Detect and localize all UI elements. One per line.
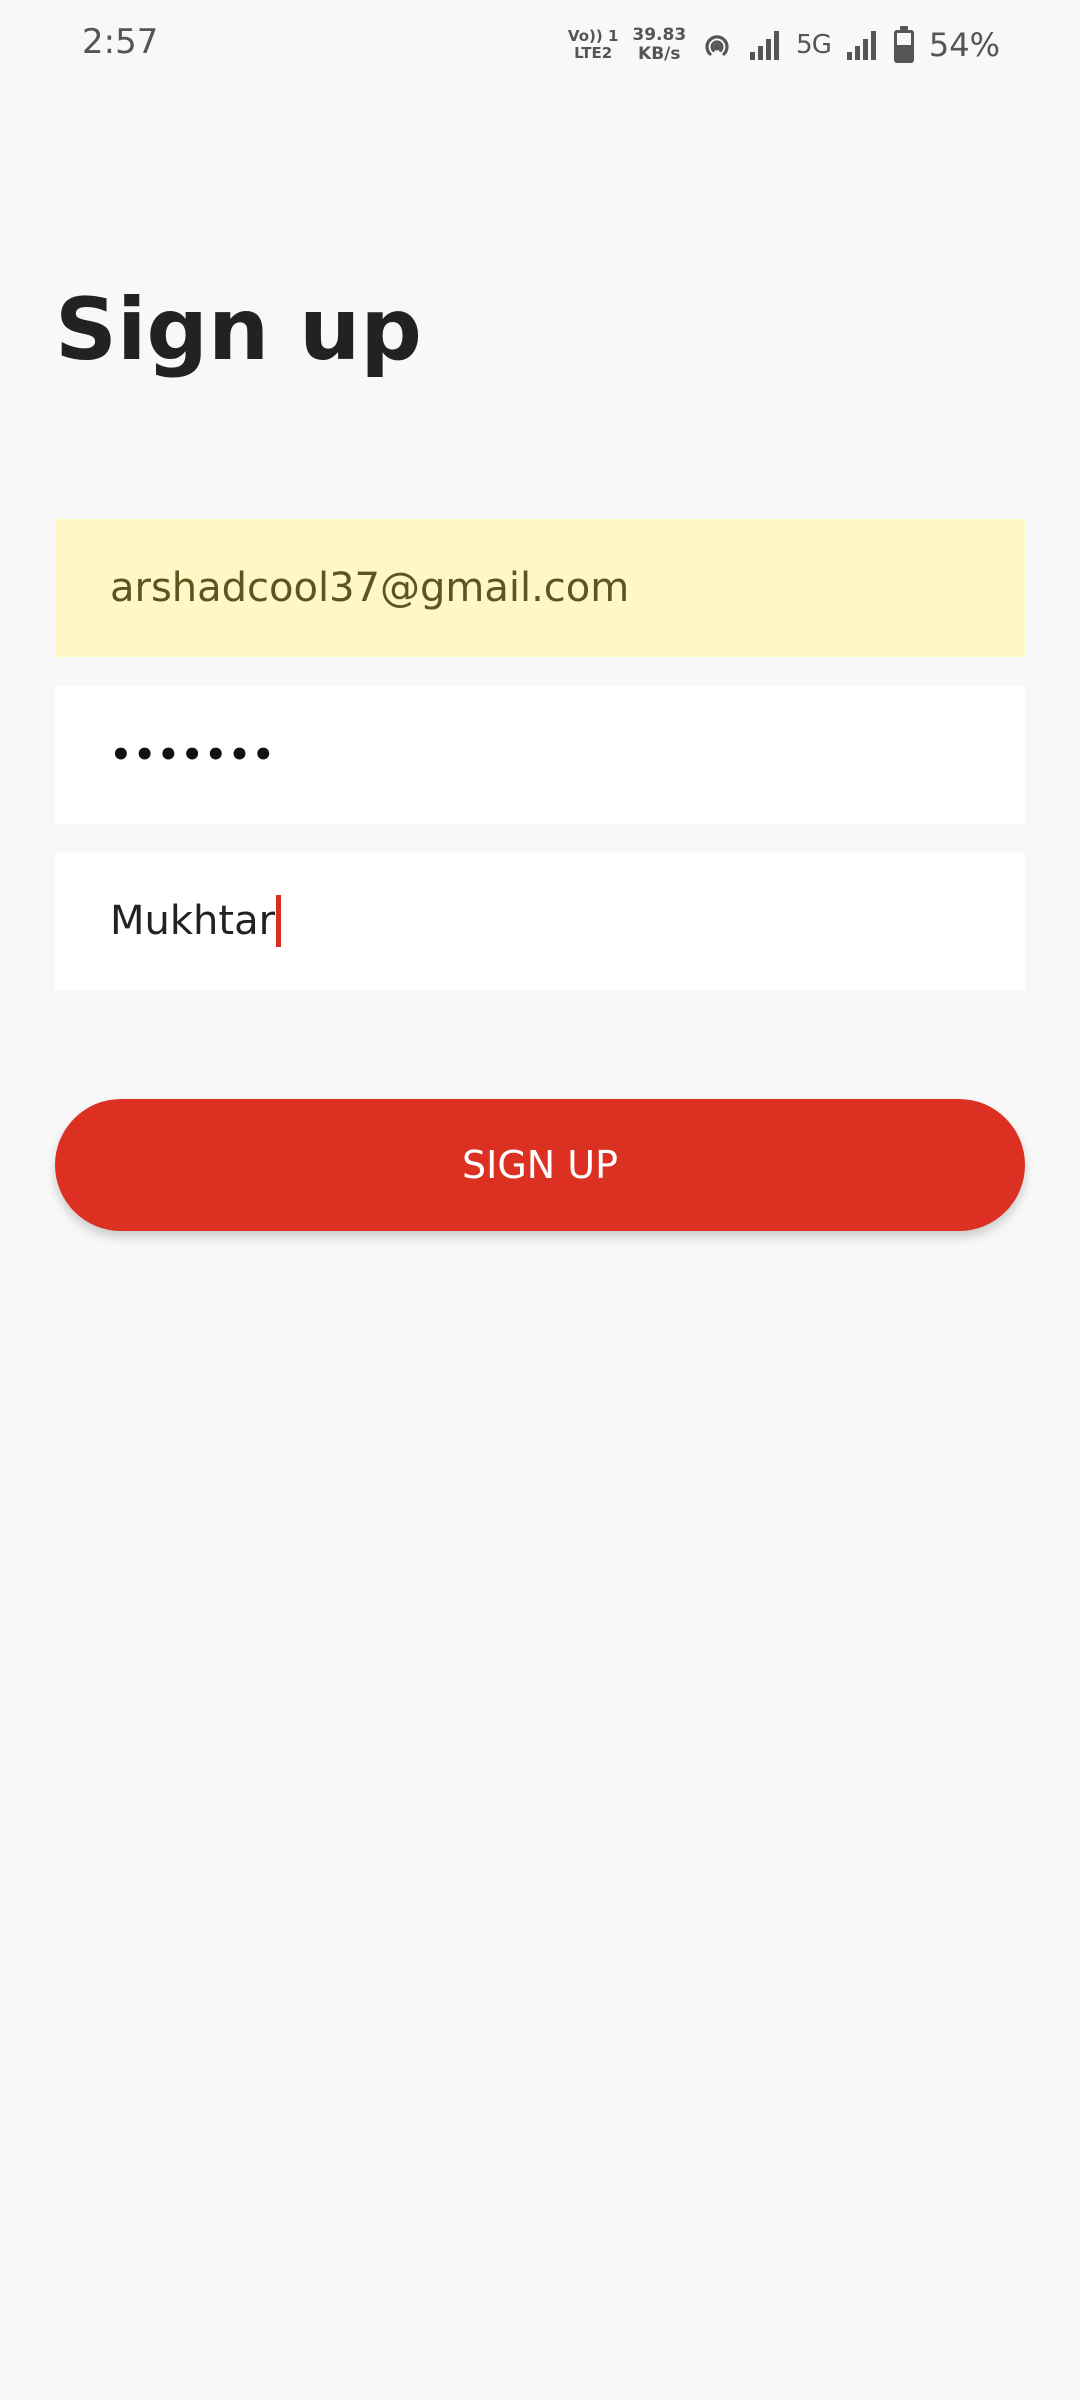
hotspot-icon	[700, 28, 734, 62]
signal-icon	[748, 28, 782, 62]
network-speed-unit: KB/s	[638, 44, 681, 64]
signal-icon	[845, 28, 879, 62]
sign-up-button-label: SIGN UP	[461, 1143, 618, 1187]
password-field-value: •••••••	[110, 735, 277, 775]
volte-line2: LTE2	[574, 44, 613, 62]
battery-percent: 54%	[928, 26, 1000, 64]
name-field-value: Mukhtar	[110, 898, 276, 944]
text-cursor	[276, 895, 282, 947]
email-field-value: arshadcool37@gmail.com	[110, 565, 630, 611]
network-speed: 39.83 KB/s	[632, 26, 686, 64]
network-speed-value: 39.83	[632, 25, 687, 45]
network-type: 5G	[796, 30, 832, 60]
page-title: Sign up	[55, 280, 422, 380]
sign-up-button[interactable]: SIGN UP	[55, 1099, 1025, 1231]
volte-line1: Vo)) 1	[567, 27, 619, 45]
status-time: 2:57	[82, 22, 159, 62]
status-icons: Vo)) 1 LTE2 39.83 KB/s 5G 54%	[568, 20, 1000, 70]
battery-icon	[893, 26, 915, 64]
name-field[interactable]: Mukhtar	[55, 852, 1025, 990]
password-field[interactable]: •••••••	[55, 686, 1025, 824]
volte-indicator: Vo)) 1 LTE2	[568, 28, 618, 62]
status-bar: 2:57 Vo)) 1 LTE2 39.83 KB/s 5G 54%	[0, 0, 1080, 90]
email-field[interactable]: arshadcool37@gmail.com	[55, 519, 1025, 657]
